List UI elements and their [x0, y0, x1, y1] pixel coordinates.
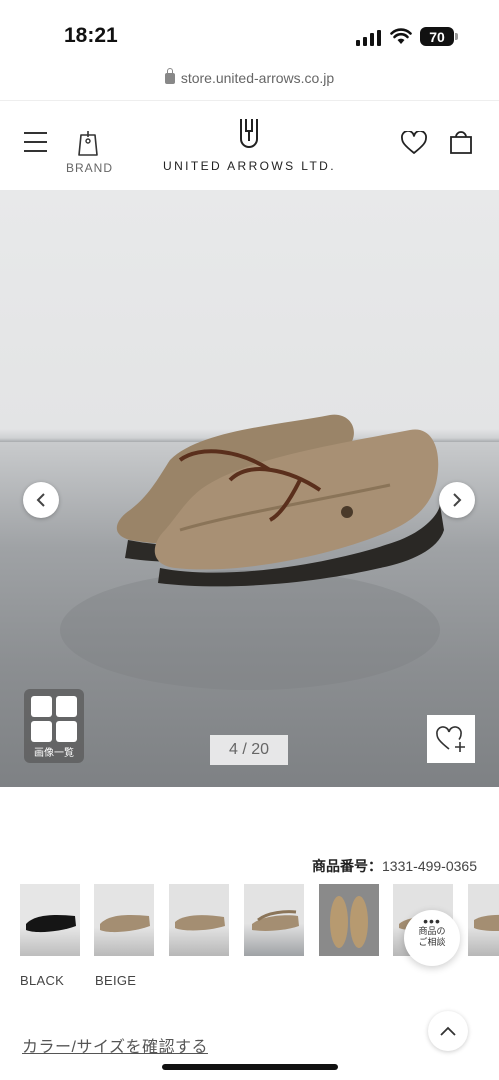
product-consult-button[interactable]: ••• 商品の ご相談	[404, 910, 460, 966]
image-counter: 4 / 20	[210, 735, 288, 765]
shopping-bag-icon[interactable]	[448, 129, 474, 155]
status-bar: 18:21 70	[0, 0, 499, 66]
url-text: store.united-arrows.co.jp	[180, 70, 335, 86]
lock-icon	[164, 68, 175, 84]
site-header: BRAND UNITED ARROWS LTD.	[0, 100, 499, 190]
gallery-label: 画像一覧	[34, 748, 74, 759]
image-gallery-button[interactable]: 画像一覧	[24, 689, 84, 763]
wishlist-heart-icon[interactable]	[400, 131, 428, 155]
chevron-left-icon	[36, 493, 45, 507]
confirm-color-size-link[interactable]: カラー/サイズを確認する	[22, 1033, 208, 1057]
color-label-beige[interactable]: BEIGE	[95, 973, 136, 988]
consult-line2: ご相談	[418, 937, 446, 947]
logo-mark-icon[interactable]	[238, 117, 260, 151]
thumbnail-black-moccasin[interactable]	[20, 884, 80, 956]
home-indicator	[162, 1064, 338, 1070]
product-number: 商品番号：1331-499-0365	[312, 856, 477, 876]
battery-tip	[455, 33, 458, 40]
scroll-to-top-button[interactable]	[428, 1011, 468, 1051]
battery-indicator: 70	[420, 27, 454, 46]
menu-icon[interactable]	[24, 132, 47, 152]
site-logo-text[interactable]: UNITED ARROWS LTD.	[0, 159, 499, 173]
status-time: 18:21	[64, 24, 118, 47]
more-dots-icon: •••	[423, 913, 441, 929]
brand-tag-icon[interactable]	[76, 129, 100, 157]
color-label-black[interactable]: BLACK	[20, 973, 64, 988]
heart-plus-icon	[436, 726, 465, 752]
thumbnail-beige-top-view[interactable]	[319, 884, 379, 956]
chevron-up-icon	[440, 1026, 456, 1036]
thumbnail-beige-pair-active[interactable]	[244, 884, 304, 956]
product-number-value: 1331-499-0365	[382, 858, 477, 874]
previous-image-button[interactable]	[23, 482, 59, 518]
consult-line1: 商品の	[418, 926, 446, 936]
chevron-right-icon	[453, 493, 462, 507]
thumbnail-beige-partial[interactable]	[468, 884, 499, 956]
address-bar[interactable]: store.united-arrows.co.jp	[0, 68, 499, 94]
thumbnail-beige-angle[interactable]	[169, 884, 229, 956]
grid-icon	[31, 696, 52, 717]
product-number-label: 商品番号：	[312, 858, 383, 874]
cellular-signal-icon	[356, 30, 381, 46]
add-favorite-button[interactable]	[427, 715, 475, 763]
wifi-icon	[390, 28, 412, 44]
product-image-carousel[interactable]: 画像一覧 4 / 20	[0, 190, 499, 787]
thumbnail-beige-moccasin[interactable]	[94, 884, 154, 956]
next-image-button[interactable]	[439, 482, 475, 518]
